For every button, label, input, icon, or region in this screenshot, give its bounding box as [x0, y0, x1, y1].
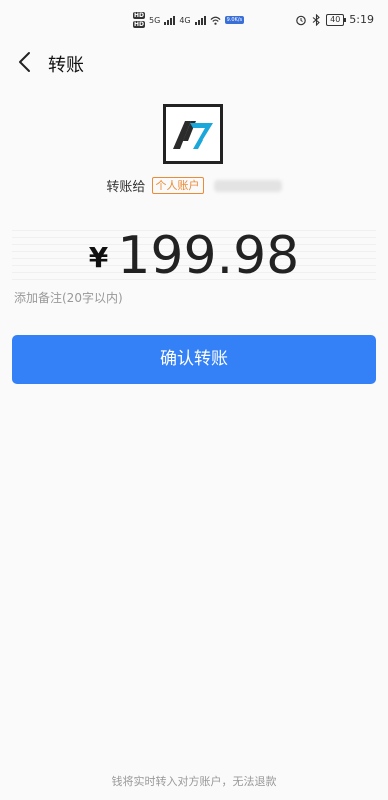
recipient-name-blurred [213, 179, 282, 192]
network-type-5g: 5G [149, 15, 161, 25]
confirm-transfer-button[interactable]: 确认转账 [12, 335, 376, 384]
hd-badge: HD [133, 21, 146, 28]
currency-symbol: ¥ [88, 241, 109, 274]
add-remark-link[interactable]: 添加备注(20字以内) [14, 289, 123, 306]
amount-value: 199.98 [117, 226, 300, 286]
wifi-icon [210, 16, 221, 25]
recipient-avatar [163, 104, 223, 164]
battery-icon: 40 [326, 13, 347, 26]
signal-bars-icon [194, 15, 206, 25]
recipient-label: 转账给 [106, 180, 146, 195]
status-right: 40 5:19 [295, 13, 374, 26]
recipient-logo-icon [173, 121, 213, 149]
hd-indicators: HD HD [133, 12, 146, 28]
page-title: 转账 [48, 55, 84, 76]
footer-notice: 钱将实时转入对方账户，无法退款 [111, 775, 277, 788]
alarm-icon [296, 15, 306, 25]
nav-header: 转账 [0, 40, 388, 84]
signal-bars-icon [164, 15, 176, 25]
status-left: HD HD 5G 4G 9.0K/s [133, 12, 245, 28]
recipient-line: 转账给 个人账户 [0, 176, 388, 195]
status-time: 5:19 [349, 13, 374, 26]
net-speed-badge: 9.0K/s [224, 16, 245, 24]
amount-display[interactable]: ¥ 199.98 [0, 226, 388, 286]
status-bar: HD HD 5G 4G 9.0K/s 40 5:19 [0, 0, 388, 40]
network-type-4g: 4G [179, 15, 191, 25]
chevron-left-icon[interactable] [14, 50, 38, 74]
bluetooth-icon [312, 13, 320, 26]
hd-badge: HD [133, 12, 146, 19]
account-type-tag: 个人账户 [151, 177, 204, 194]
